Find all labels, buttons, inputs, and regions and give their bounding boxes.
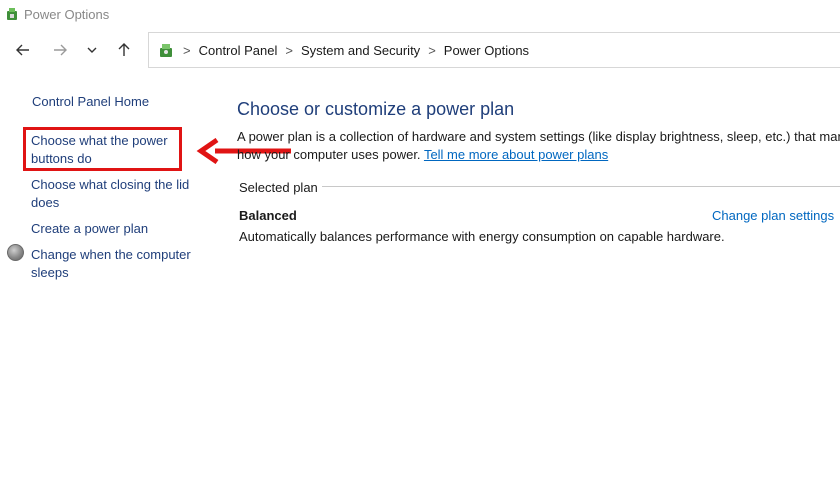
arrow-left-icon <box>16 44 29 56</box>
breadcrumb-separator: > <box>285 42 293 58</box>
breadcrumb-control-panel[interactable]: Control Panel <box>199 43 278 58</box>
page-description: A power plan is a collection of hardware… <box>237 128 840 164</box>
plan-name: Balanced <box>239 208 297 223</box>
learn-more-link[interactable]: Tell me more about power plans <box>424 147 608 162</box>
selected-plan-label: Selected plan <box>239 180 318 195</box>
page-title: Choose or customize a power plan <box>237 99 515 119</box>
change-plan-settings-link[interactable]: Change plan settings <box>712 208 834 223</box>
recent-locations-button[interactable] <box>78 36 106 64</box>
divider <box>322 186 840 187</box>
sidebar-item-computer-sleeps[interactable]: Change when the computer sleeps <box>31 246 196 281</box>
description-text-continued: how your computer uses power. <box>237 147 421 162</box>
power-options-icon <box>7 8 17 20</box>
address-bar[interactable]: > Control Panel > System and Security > … <box>148 32 840 68</box>
plan-description: Automatically balances performance with … <box>239 229 725 244</box>
window-title: Power Options <box>24 6 110 22</box>
navigation-bar: > Control Panel > System and Security > … <box>0 32 840 68</box>
up-button[interactable] <box>110 36 138 64</box>
description-text: A power plan is a collection of hardware… <box>237 129 840 144</box>
chevron-down-icon <box>87 47 97 53</box>
title-bar: Power Options <box>0 0 840 28</box>
sidebar-item-closing-lid[interactable]: Choose what closing the lid does <box>31 176 196 211</box>
shield-icon <box>7 244 24 261</box>
breadcrumb-power-options[interactable]: Power Options <box>444 43 529 58</box>
sidebar-item-control-panel-home[interactable]: Control Panel Home <box>32 93 149 111</box>
control-panel-icon <box>160 44 172 57</box>
arrow-right-icon <box>54 44 67 56</box>
sidebar-item-create-plan[interactable]: Create a power plan <box>31 220 148 238</box>
back-button[interactable] <box>9 36 37 64</box>
highlight-box <box>23 127 182 171</box>
breadcrumb-system-and-security[interactable]: System and Security <box>301 43 420 58</box>
forward-button[interactable] <box>46 36 74 64</box>
breadcrumb-separator: > <box>183 42 191 58</box>
arrow-up-icon <box>118 43 130 56</box>
breadcrumb-separator: > <box>428 42 436 58</box>
